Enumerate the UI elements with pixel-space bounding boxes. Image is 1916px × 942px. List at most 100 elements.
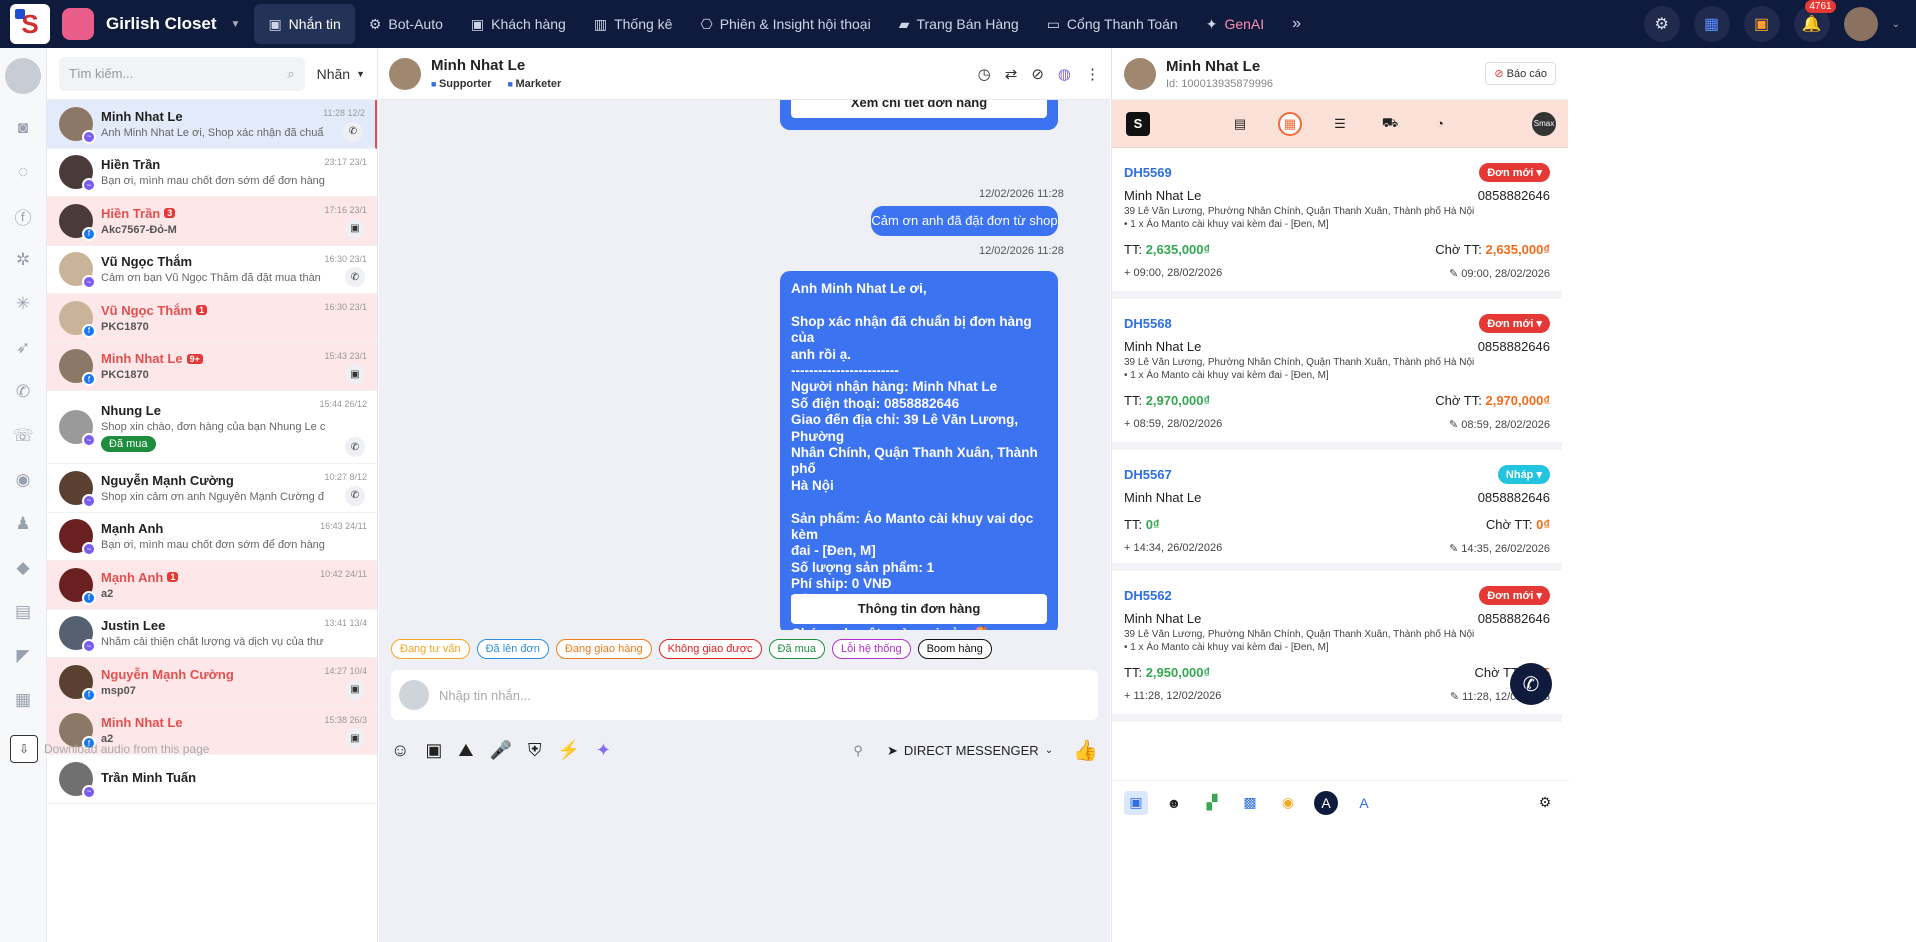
nav-card[interactable]: ▭ Cổng Thanh Toán xyxy=(1033,4,1192,44)
conversation-item[interactable]: ~ Mạnh Anh Bạn ơi, mình mau chốt đơn sớm đ… xyxy=(47,513,377,561)
app-user-icon[interactable]: ▩ xyxy=(1238,791,1262,815)
user-avatar[interactable] xyxy=(1843,7,1878,41)
conversation-item[interactable]: ~ Justin Lee Nhằm cải thiện chất lượng và … xyxy=(47,610,377,658)
customer-avatar[interactable] xyxy=(1124,57,1156,90)
tag-marketer[interactable]: Marketer xyxy=(508,78,561,90)
message-input[interactable]: Nhập tin nhắn... xyxy=(439,688,531,703)
more-nav-icon[interactable]: » xyxy=(1278,4,1315,44)
chat-icon[interactable]: ▣ xyxy=(345,218,365,239)
order-info-button[interactable]: Thông tin đơn hàng xyxy=(791,594,1047,624)
eye-icon[interactable]: ◉ xyxy=(10,467,36,493)
gift-box-icon[interactable]: ▣ xyxy=(1743,6,1780,42)
nav-contacts[interactable]: ▣ Khách hàng xyxy=(457,4,580,44)
chat-icon[interactable]: ▣ xyxy=(345,728,365,748)
messenger-icon[interactable]: ◍ xyxy=(1058,65,1071,83)
search-input[interactable]: Tìm kiếm... ⌕ xyxy=(59,56,305,91)
phone-icon[interactable]: ✆ xyxy=(345,485,365,506)
document-icon[interactable]: ▤ xyxy=(10,599,36,625)
camera-icon[interactable]: ◙ xyxy=(10,115,36,141)
users-icon[interactable]: ♟ xyxy=(10,511,36,537)
quick-reply-icon[interactable]: ▣ xyxy=(425,740,442,761)
calendar-icon[interactable]: ▦ xyxy=(10,687,36,713)
floating-call-button[interactable]: ✆ xyxy=(1510,663,1552,705)
block-icon[interactable]: ⊘ xyxy=(1031,65,1044,83)
rocket-icon[interactable]: ➶ xyxy=(10,335,36,361)
chat-icon[interactable]: ▣ xyxy=(345,679,365,700)
conversation-item[interactable]: f Vũ Ngọc Thắm 1 PKC1870 16:30 23/1 xyxy=(47,294,377,343)
tag-icon[interactable]: ◆ xyxy=(10,555,36,581)
order-card[interactable]: DH5567 Nháp ▾ Minh Nhat Le 0858882646 TT: 0₫… xyxy=(1112,450,1562,571)
shop-name[interactable]: Girlish Closet xyxy=(106,14,217,34)
order-id[interactable]: DH5568 xyxy=(1124,316,1172,331)
cart-icon[interactable]: ⛟ xyxy=(1378,112,1402,136)
download-audio-hint[interactable]: ⇩ Download audio from this page xyxy=(10,735,209,763)
order-id[interactable]: DH5569 xyxy=(1124,165,1172,180)
panel-settings-gear-icon[interactable]: ⚙ xyxy=(1533,791,1557,815)
facebook-icon[interactable]: ⓕ xyxy=(10,203,36,229)
download-audio-icon[interactable]: ⇩ xyxy=(10,735,38,763)
quick-tag-chip[interactable]: Không giao được xyxy=(658,639,762,659)
eye-target-icon[interactable]: ◉ xyxy=(1276,791,1300,815)
quick-tag-chip[interactable]: Đã lên đơn xyxy=(476,639,549,659)
pie-chart-icon[interactable]: ◔ xyxy=(1428,112,1452,136)
clipboard-icon[interactable]: ▤ xyxy=(1228,112,1252,136)
nav-insight[interactable]: ⎔ Phiên & Insight hội thoại xyxy=(686,4,884,44)
order-status-dropdown[interactable]: Đơn mới ▾ xyxy=(1479,162,1550,182)
order-status-dropdown[interactable]: Đơn mới ▾ xyxy=(1479,585,1550,605)
order-status-dropdown[interactable]: Đơn mới ▾ xyxy=(1479,313,1550,333)
ai-sparkle-icon[interactable]: ✦ xyxy=(596,740,611,761)
messenger-icon[interactable]: ◌ xyxy=(10,159,36,185)
shield-icon[interactable]: ⛨ xyxy=(528,740,542,761)
contact-card-icon[interactable]: ▣ xyxy=(1124,790,1148,815)
megaphone-icon[interactable]: ◤ xyxy=(10,643,36,669)
tag-supporter[interactable]: Supporter xyxy=(431,78,492,90)
quick-tag-chip[interactable]: Boom hàng xyxy=(917,639,992,659)
smax-s-icon[interactable]: S xyxy=(1126,111,1150,136)
channel-selector[interactable]: ⚲ ➤ DIRECT MESSENGER ⌄ 👍 xyxy=(853,738,1098,763)
zalo-icon[interactable]: ✲ xyxy=(10,247,36,273)
list-icon[interactable]: ☰ xyxy=(1328,112,1352,136)
order-id[interactable]: DH5562 xyxy=(1124,588,1172,603)
order-status-dropdown[interactable]: Nháp ▾ xyxy=(1497,464,1550,484)
conversation-item[interactable]: ~ Vũ Ngọc Thắm Cảm ơn bạn Vũ Ngọc Thắm đã … xyxy=(47,246,377,294)
more-options-icon[interactable]: ⋮ xyxy=(1085,65,1100,83)
notification-bell-icon[interactable]: 🔔 4761 xyxy=(1793,0,1836,42)
phone-icon[interactable]: ✆ xyxy=(10,379,36,405)
nav-bot[interactable]: ⚙ Bot-Auto xyxy=(355,4,457,44)
apps-grid-icon[interactable]: ▦ xyxy=(1693,6,1730,42)
quick-tag-chip[interactable]: Đã mua xyxy=(768,639,826,659)
like-thumb-icon[interactable]: 👍 xyxy=(1073,738,1098,763)
conversation-item[interactable]: f Hiền Trần 3 Akc7567-Đỏ-M 17:16 23/1 ▣ xyxy=(47,197,377,246)
app-a-icon[interactable]: A xyxy=(1314,790,1338,815)
nav-shop-bag[interactable]: ▰ Trang Bán Hàng xyxy=(885,4,1033,44)
phone-icon[interactable]: ✆ xyxy=(345,437,365,457)
robot-icon[interactable]: ☻ xyxy=(1162,791,1186,815)
view-order-detail-button[interactable]: Xem chi tiết đơn hàng xyxy=(791,100,1047,118)
app-a-square-icon[interactable]: A xyxy=(1352,791,1376,815)
report-button[interactable]: ⊘ Báo cáo xyxy=(1485,62,1556,85)
image-icon[interactable]: ⛰ xyxy=(458,740,473,761)
quick-tag-chip[interactable]: Lỗi hệ thống xyxy=(832,639,911,659)
my-avatar[interactable] xyxy=(5,58,41,94)
history-clock-icon[interactable]: ◷ xyxy=(978,65,991,83)
conversation-item[interactable]: ~ Minh Nhat Le Anh Minh Nhat Le ơi, Shop x… xyxy=(47,100,377,149)
shop-switch-caret-icon[interactable]: ▼ xyxy=(231,19,241,30)
user-menu-caret-icon[interactable]: ⌄ xyxy=(1892,19,1900,30)
emoji-icon[interactable]: ☺ xyxy=(391,740,409,761)
order-card[interactable]: DH5568 Đơn mới ▾ Minh Nhat Le 0858882646 39 … xyxy=(1112,299,1562,450)
nav-chat[interactable]: ▣ Nhắn tin xyxy=(254,4,355,44)
microphone-icon[interactable]: 🎤 xyxy=(490,740,512,761)
label-filter-dropdown[interactable]: Nhãn ▼ xyxy=(317,66,365,82)
conversation-item[interactable]: f Minh Nhat Le 9+ PKC1870 15:43 23/1 ▣ xyxy=(47,342,377,391)
conversation-item[interactable]: ~ Hiền Trần Bạn ơi, mình mau chốt đơn sớm … xyxy=(47,149,377,197)
phone-settings-icon[interactable]: ☏ xyxy=(10,423,36,449)
nav-sparkle[interactable]: ✦ GenAI xyxy=(1192,4,1278,44)
contact-avatar[interactable] xyxy=(389,57,421,90)
order-card[interactable]: DH5569 Đơn mới ▾ Minh Nhat Le 0858882646 39 … xyxy=(1112,148,1562,299)
order-card[interactable]: DH5562 Đơn mới ▾ Minh Nhat Le 0858882646 39 … xyxy=(1112,571,1562,722)
smax-brand-icon[interactable]: Smax xyxy=(1532,111,1556,136)
phone-icon[interactable]: ✆ xyxy=(343,121,363,142)
chat-icon[interactable]: ▣ xyxy=(345,364,365,384)
quick-tag-chip[interactable]: Đang giao hàng xyxy=(555,639,652,659)
conversation-item[interactable]: f Nguyễn Mạnh Cường msp07 14:27 10/4 ▣ xyxy=(47,658,377,707)
